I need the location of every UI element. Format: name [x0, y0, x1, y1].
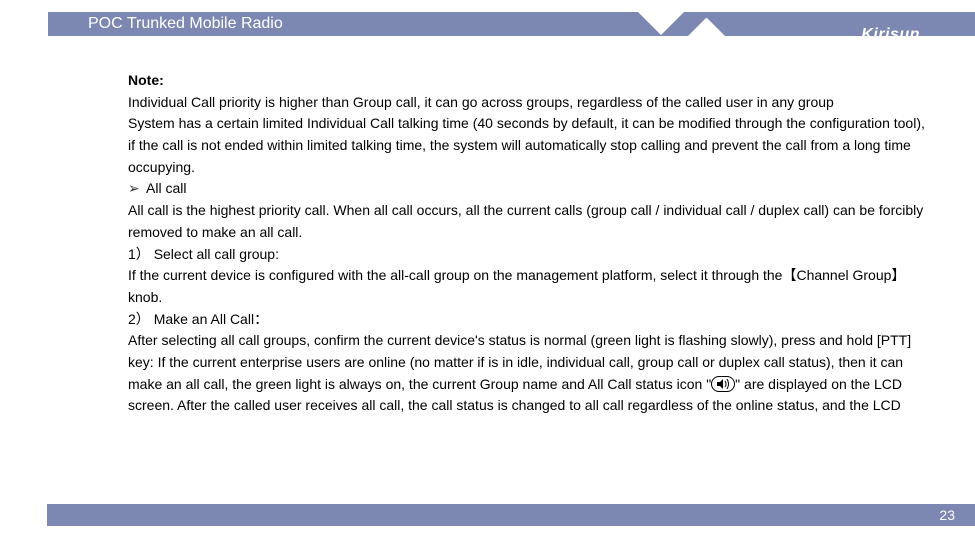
header-logo-bar: Kirisun [725, 12, 975, 36]
step-1-number: 1） [128, 246, 154, 262]
allcall-bullet: ➢ All call [128, 178, 927, 200]
triangle-bullet-icon: ➢ [128, 178, 146, 200]
step-2-heading: 2） Make an All Call： [128, 309, 927, 331]
header: POC Trunked Mobile Radio Kirisun [0, 0, 975, 50]
note-paragraph-1: Individual Call priority is higher than … [128, 92, 927, 114]
brand-logo: Kirisun [861, 26, 920, 44]
note-paragraph-2: System has a certain limited Individual … [128, 113, 927, 178]
step-2-number: 2） [128, 311, 154, 327]
step-2-title: Make an All Call： [154, 311, 268, 327]
page-number: 23 [939, 507, 955, 523]
step-1-title: Select all call group: [154, 246, 279, 262]
step-1-heading: 1） Select all call group: [128, 244, 927, 266]
header-title: POC Trunked Mobile Radio [88, 15, 283, 33]
allcall-paragraph: All call is the highest priority call. W… [128, 200, 927, 243]
allcall-label: All call [146, 178, 186, 200]
footer-bar: 23 [47, 504, 975, 526]
step-1-paragraph: If the current device is configured with… [128, 265, 927, 308]
step-2-paragraph: After selecting all call groups, confirm… [128, 330, 927, 417]
document-body: Note: Individual Call priority is higher… [0, 50, 975, 417]
allcall-status-icon [711, 376, 735, 392]
note-label: Note: [128, 72, 164, 88]
header-title-bar: POC Trunked Mobile Radio [48, 12, 638, 36]
